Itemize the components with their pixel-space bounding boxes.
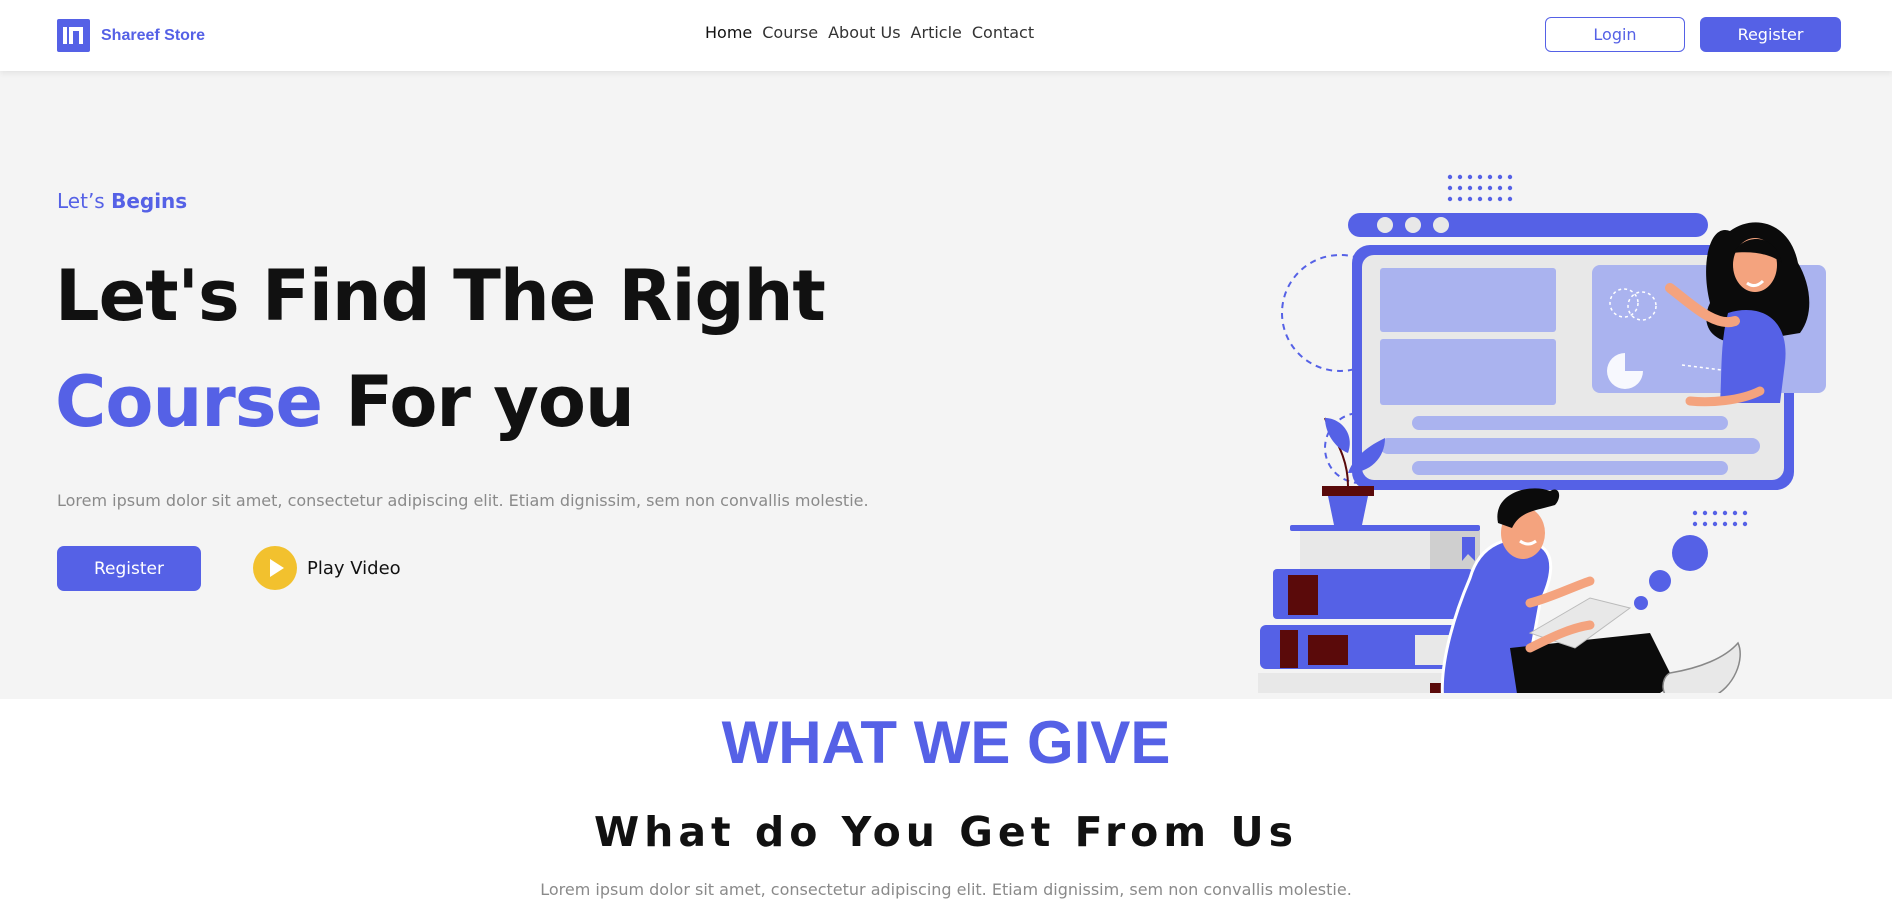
play-icon[interactable] (253, 546, 297, 590)
dot-grid-top (1447, 174, 1513, 202)
hero-description: Lorem ipsum dolor sit amet, consectetur … (57, 491, 869, 510)
login-button[interactable]: Login (1545, 17, 1685, 52)
main-nav: Home Course About Us Article Contact (705, 23, 1044, 42)
brand-logo-icon (57, 19, 90, 52)
register-button-top[interactable]: Register (1700, 17, 1841, 52)
nav-link-contact[interactable]: Contact (972, 23, 1034, 42)
hero-section: Let’s Begins Let's Find The Right Course… (0, 71, 1892, 699)
hero-eyebrow-prefix: Let’s (57, 189, 105, 213)
nav-link-course[interactable]: Course (762, 23, 818, 42)
hero-headline-line1: Let's Find The Right (55, 255, 826, 337)
top-navbar: Shareef Store Home Course About Us Artic… (0, 0, 1892, 71)
section-eyebrow: WHAT WE GIVE (721, 709, 1171, 776)
hero-headline-line2: Course For you (55, 361, 635, 443)
online-learning-illustration (1258, 174, 1826, 693)
hero-register-button[interactable]: Register (57, 546, 201, 591)
hero-eyebrow: Let’s Begins (57, 189, 187, 213)
hero-headline-rest: For you (321, 361, 635, 443)
brand[interactable]: Shareef Store (57, 19, 205, 52)
nav-link-about-us[interactable]: About Us (828, 23, 900, 42)
play-video-label[interactable]: Play Video (307, 558, 401, 579)
nav-link-article[interactable]: Article (911, 23, 962, 42)
nav-link-home[interactable]: Home (705, 23, 752, 42)
play-video-button[interactable]: Play Video (253, 546, 401, 590)
section-description: Lorem ipsum dolor sit amet, consectetur … (540, 880, 1352, 899)
brand-name[interactable]: Shareef Store (101, 27, 205, 45)
section-title: What do You Get From Us (593, 808, 1299, 856)
hero-eyebrow-emphasis: Begins (111, 189, 188, 213)
hero-headline-accent: Course (55, 361, 323, 443)
